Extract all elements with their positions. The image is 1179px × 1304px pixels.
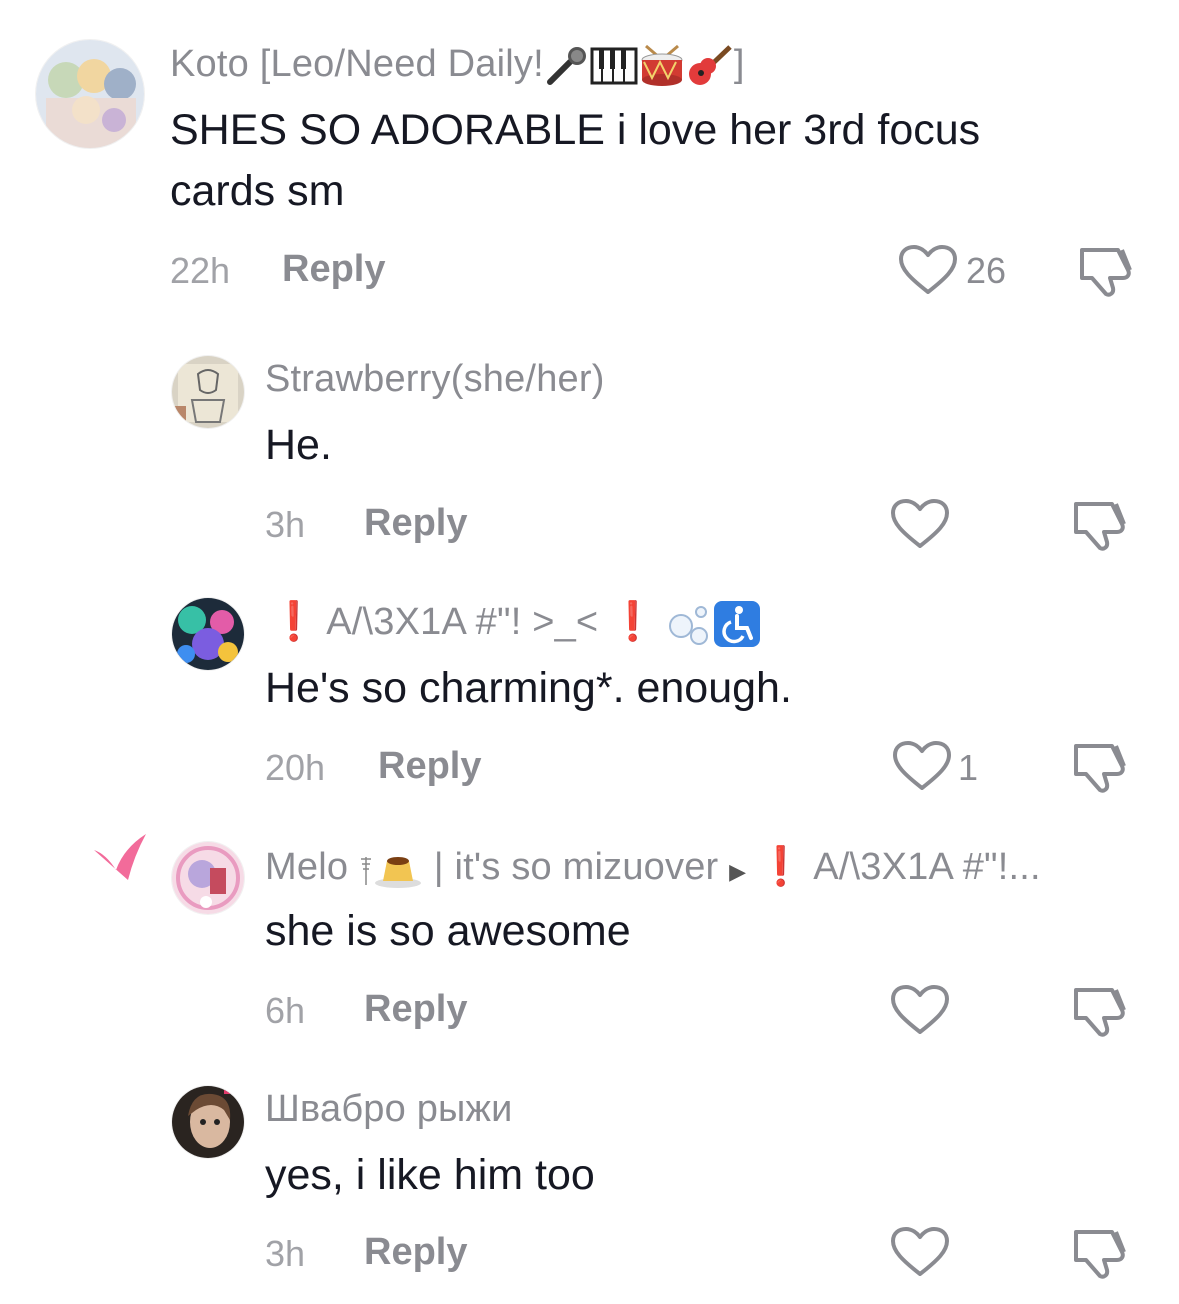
like-heart-icon[interactable] xyxy=(890,498,950,550)
exclamation-icon: ❗ xyxy=(609,601,657,644)
like-count: 26 xyxy=(966,250,1007,291)
timestamp: 6h xyxy=(265,990,306,1031)
like-heart-icon[interactable] xyxy=(890,1226,950,1278)
creator-liked-heart-icon xyxy=(88,830,152,886)
avatar[interactable] xyxy=(172,842,244,914)
timestamp: 22h xyxy=(170,250,231,291)
timestamp: 20h xyxy=(265,747,326,788)
comment-text: He's so charming*. enough. xyxy=(265,664,792,712)
antenna-icon xyxy=(359,851,373,887)
pudding-icon xyxy=(373,849,423,889)
comment-text: He. xyxy=(265,421,332,469)
timestamp: 3h xyxy=(265,1233,306,1274)
like-heart-icon[interactable] xyxy=(890,984,950,1036)
dislike-icon[interactable] xyxy=(1078,244,1136,298)
username[interactable]: Melo | it's so mizuover ▶ ❗ A/\3X1A #"!.… xyxy=(265,845,1041,889)
comment-text: she is so awesome xyxy=(265,907,631,955)
exclamation-icon: ❗ xyxy=(757,846,805,888)
avatar[interactable] xyxy=(36,40,144,148)
username[interactable]: Швабро рыжи xyxy=(265,1088,513,1131)
reply-button[interactable]: Reply xyxy=(364,1231,467,1274)
reply-button[interactable]: Reply xyxy=(364,988,467,1031)
exclamation-icon: ❗ xyxy=(270,601,318,644)
avatar[interactable] xyxy=(172,1086,244,1158)
comment-text-line2: cards sm xyxy=(170,167,345,215)
avatar[interactable] xyxy=(172,598,244,670)
comment-text: SHES SO ADORABLE i love her 3rd focus xyxy=(170,106,981,154)
wheelchair-icon xyxy=(713,600,761,648)
reply-arrow-icon: ▶ xyxy=(729,859,747,884)
dislike-icon[interactable] xyxy=(1072,740,1130,794)
username-text: Melo xyxy=(265,846,349,888)
piano-icon xyxy=(590,46,638,86)
like-heart-icon[interactable] xyxy=(892,740,952,792)
reply-to-username[interactable]: A/\3X1A #"!... xyxy=(813,846,1041,888)
username[interactable]: Koto [Leo/Need Daily!] xyxy=(170,43,745,88)
username[interactable]: Strawberry(she/her) xyxy=(265,358,605,401)
reply-button[interactable]: Reply xyxy=(364,502,467,545)
bubbles-icon xyxy=(667,602,713,646)
guitar-icon xyxy=(686,44,734,88)
dislike-icon[interactable] xyxy=(1072,984,1130,1038)
timestamp: 3h xyxy=(265,504,306,545)
comment-text: yes, i like him too xyxy=(265,1151,595,1199)
dislike-icon[interactable] xyxy=(1072,498,1130,552)
like-count: 1 xyxy=(958,747,979,788)
dislike-icon[interactable] xyxy=(1072,1226,1130,1280)
avatar[interactable] xyxy=(172,356,244,428)
reply-button[interactable]: Reply xyxy=(282,248,385,291)
username[interactable]: ❗ A/\3X1A #"! >_< ❗ xyxy=(270,600,761,648)
reply-button[interactable]: Reply xyxy=(378,745,481,788)
username-suffix: ] xyxy=(733,43,745,85)
like-heart-icon[interactable] xyxy=(898,244,958,296)
username-bio: | it's so mizuover xyxy=(433,846,719,888)
username-text: Koto [Leo/Need Daily! xyxy=(170,43,544,85)
drum-icon xyxy=(638,44,686,88)
microphone-icon xyxy=(544,46,590,86)
username-text: A/\3X1A #"! >_< xyxy=(326,601,599,644)
